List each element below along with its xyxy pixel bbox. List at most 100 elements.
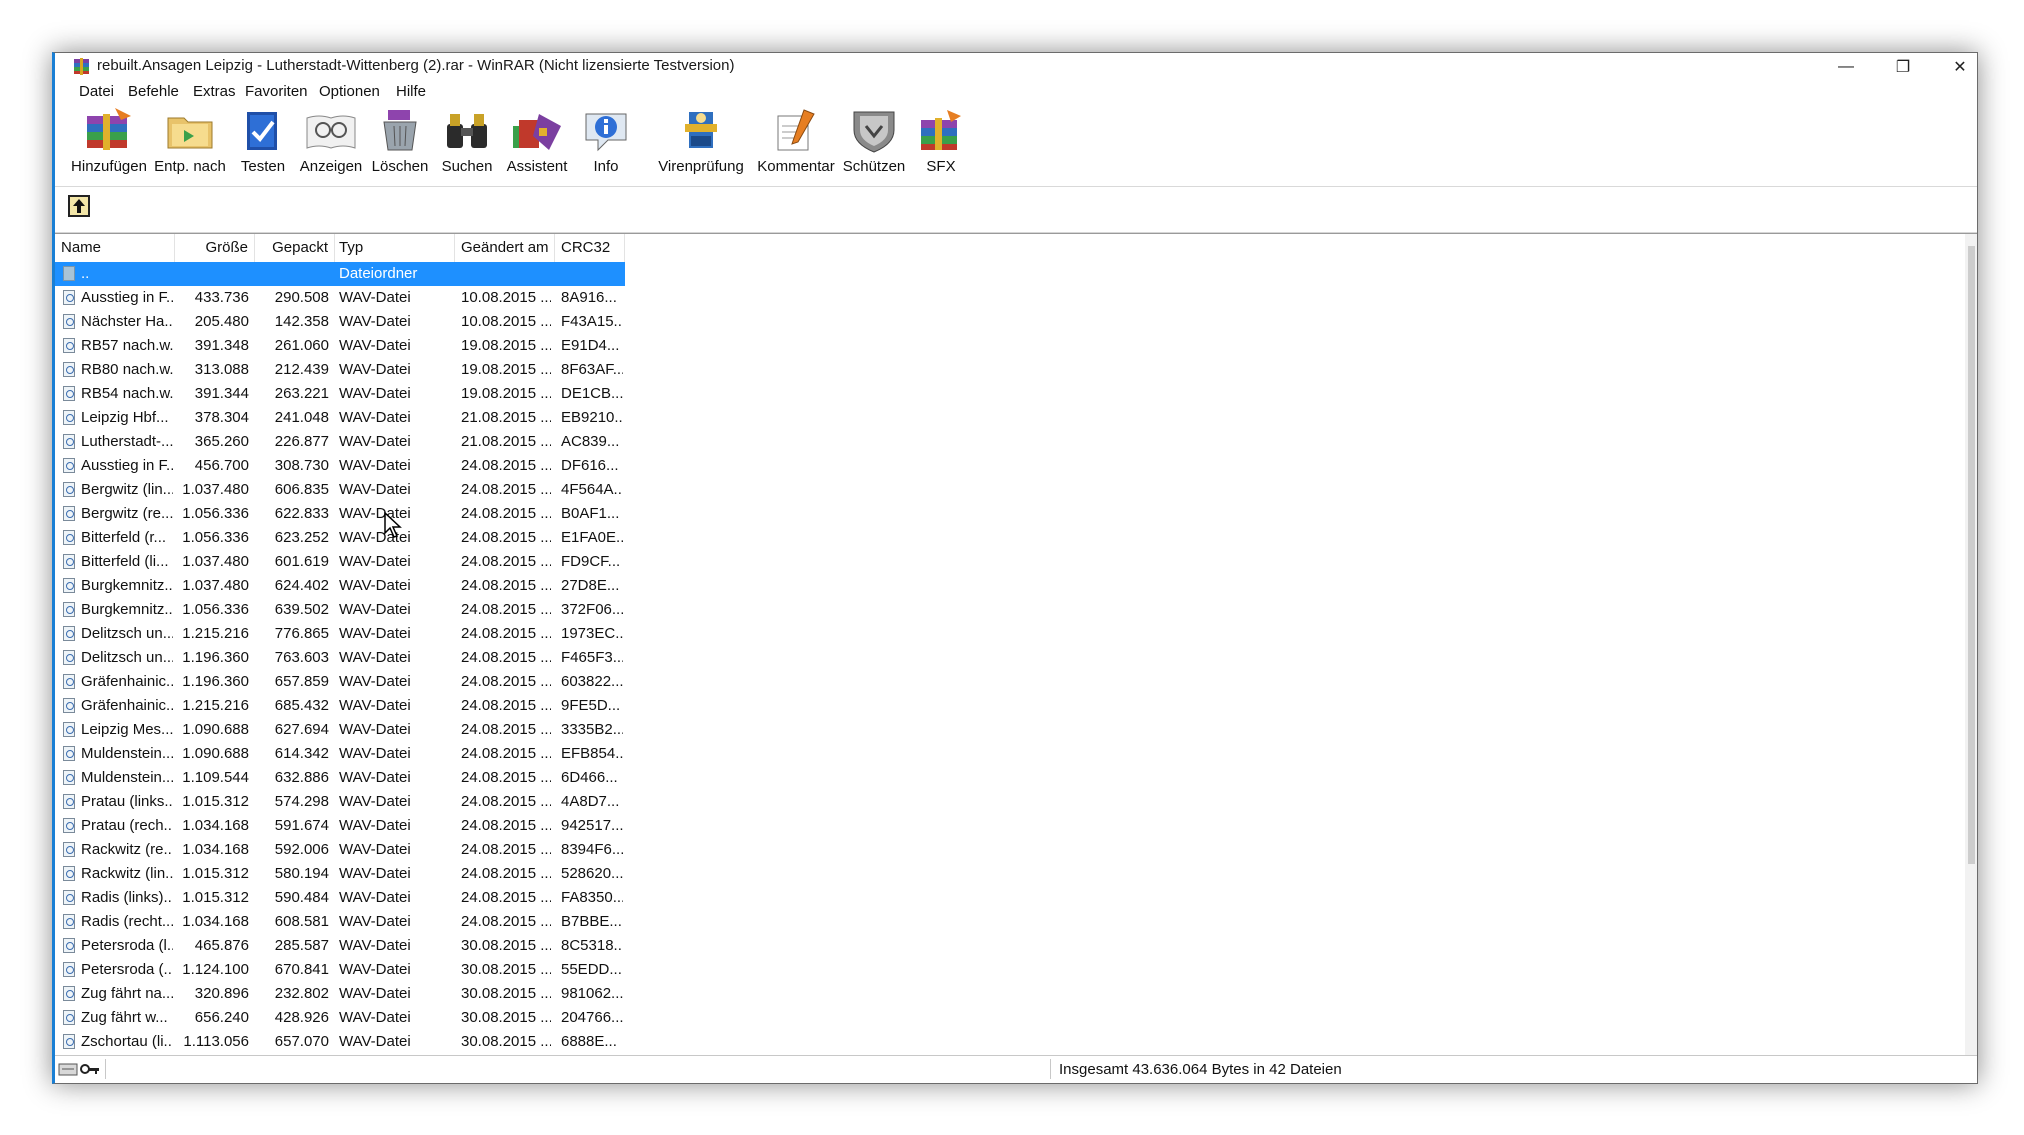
file-crc: F43A15... xyxy=(561,313,623,330)
file-type: WAV-Datei xyxy=(339,673,411,690)
view-icon xyxy=(306,115,356,149)
maximize-button[interactable]: ❐ xyxy=(1874,53,1932,80)
menu-extras[interactable]: Extras xyxy=(193,83,236,100)
file-row[interactable]: Bitterfeld (li... 1.037.480 601.619 WAV-Dat… xyxy=(55,550,625,574)
file-packed: 261.060 xyxy=(274,337,329,354)
column-header-type[interactable]: Typ xyxy=(335,234,455,262)
file-size: 456.700 xyxy=(194,457,249,474)
column-header-packed[interactable]: Gepackt xyxy=(255,234,335,262)
file-row[interactable]: RB54 nach.w... 391.344 263.221 WAV-Datei 19.… xyxy=(55,382,625,406)
file-modified: 24.08.2015 ... xyxy=(461,529,551,546)
find-button[interactable]: Suchen xyxy=(435,106,499,180)
file-row[interactable]: RB57 nach.w... 391.348 261.060 WAV-Datei 19.… xyxy=(55,334,625,358)
file-crc: 8F63AF... xyxy=(561,361,623,378)
file-crc: F465F3... xyxy=(561,649,623,666)
file-row[interactable]: Burgkemnitz... 1.037.480 624.402 WAV-Datei 2… xyxy=(55,574,625,598)
file-row[interactable]: Pratau (links... 1.015.312 574.298 WAV-Date… xyxy=(55,790,625,814)
file-row[interactable]: Rackwitz (re... 1.034.168 592.006 WAV-Datei… xyxy=(55,838,625,862)
file-size: 1.056.336 xyxy=(182,601,249,618)
file-row[interactable]: Zschortau (li... 1.113.056 657.070 WAV-Date… xyxy=(55,1030,625,1054)
wav-file-icon xyxy=(63,842,75,857)
file-size: 1.034.168 xyxy=(182,817,249,834)
test-button[interactable]: Testen xyxy=(233,106,293,180)
file-row[interactable]: Zug fährt na... 320.896 232.802 WAV-Datei 30… xyxy=(55,982,625,1006)
menu-befehle[interactable]: Befehle xyxy=(128,83,179,100)
file-size: 391.344 xyxy=(194,385,249,402)
file-row[interactable]: Radis (recht... 1.034.168 608.581 WAV-Datei… xyxy=(55,910,625,934)
file-modified: 24.08.2015 ... xyxy=(461,625,551,642)
comment-button[interactable]: Kommentar xyxy=(755,106,837,180)
file-name: Bergwitz (lin... xyxy=(81,481,173,498)
protect-button[interactable]: Schützen xyxy=(841,106,907,180)
file-packed: 591.674 xyxy=(274,817,329,834)
file-size: 1.056.336 xyxy=(182,529,249,546)
column-header-name[interactable]: Name xyxy=(55,234,175,262)
virus-scan-button[interactable]: Virenprüfung xyxy=(655,106,747,180)
wizard-button[interactable]: Assistent xyxy=(501,106,573,180)
file-size: 313.088 xyxy=(194,361,249,378)
file-row[interactable]: Muldenstein... 1.109.544 632.886 WAV-Datei 2… xyxy=(55,766,625,790)
file-name: Radis (recht... xyxy=(81,913,173,930)
column-header-modified[interactable]: Geändert am xyxy=(455,234,555,262)
scrollbar-thumb[interactable] xyxy=(1968,246,1975,864)
file-name: Petersroda (l... xyxy=(81,937,173,954)
file-row[interactable]: Zug fährt w... 656.240 428.926 WAV-Datei 30.… xyxy=(55,1006,625,1030)
vertical-scrollbar[interactable] xyxy=(1965,234,1977,1056)
column-header-size[interactable]: Größe xyxy=(175,234,255,262)
file-row[interactable]: Gräfenhainic... 1.215.216 685.432 WAV-Datei… xyxy=(55,694,625,718)
file-row[interactable]: Bergwitz (lin... 1.037.480 606.835 WAV-Date… xyxy=(55,478,625,502)
file-crc: 1973EC... xyxy=(561,625,623,642)
info-button[interactable]: Info xyxy=(575,106,637,180)
wav-file-icon xyxy=(63,290,75,305)
menu-optionen[interactable]: Optionen xyxy=(319,83,380,100)
delete-button[interactable]: Löschen xyxy=(367,106,433,180)
file-row[interactable]: Leipzig Hbf... 378.304 241.048 WAV-Datei 21.… xyxy=(55,406,625,430)
view-button[interactable]: Anzeigen xyxy=(297,106,365,180)
extract-to-button[interactable]: Entp. nach xyxy=(151,106,229,180)
file-row[interactable]: Petersroda (l... 465.876 285.587 WAV-Datei 3… xyxy=(55,934,625,958)
menu-datei[interactable]: Datei xyxy=(79,83,114,100)
view-label: Anzeigen xyxy=(299,158,363,175)
file-row[interactable]: Delitzsch un... 1.215.216 776.865 WAV-Datei… xyxy=(55,622,625,646)
minimize-button[interactable]: — xyxy=(1817,53,1875,80)
comment-icon xyxy=(777,109,815,151)
file-packed: 657.859 xyxy=(274,673,329,690)
file-row[interactable]: Rackwitz (lin... 1.015.312 580.194 WAV-Date… xyxy=(55,862,625,886)
wav-file-icon xyxy=(63,314,75,329)
up-folder-icon[interactable] xyxy=(68,195,90,217)
file-row[interactable]: Ausstieg in F... 433.736 290.508 WAV-Datei 1… xyxy=(55,286,625,310)
file-row[interactable]: Petersroda (... 1.124.100 670.841 WAV-Datei… xyxy=(55,958,625,982)
file-name: Rackwitz (lin... xyxy=(81,865,173,882)
file-size: 1.113.056 xyxy=(183,1033,249,1050)
sfx-button[interactable]: SFX xyxy=(911,106,971,180)
file-row[interactable]: Lutherstadt-... 365.260 226.877 WAV-Datei 21… xyxy=(55,430,625,454)
file-row[interactable]: Pratau (rech... 1.034.168 591.674 WAV-Datei… xyxy=(55,814,625,838)
file-row[interactable]: Delitzsch un... 1.196.360 763.603 WAV-Datei… xyxy=(55,646,625,670)
file-type: WAV-Datei xyxy=(339,961,411,978)
menu-favoriten[interactable]: Favoriten xyxy=(245,83,308,100)
file-row[interactable]: Ausstieg in F... 456.700 308.730 WAV-Datei 2… xyxy=(55,454,625,478)
file-row[interactable]: Gräfenhainic... 1.196.360 657.859 WAV-Datei… xyxy=(55,670,625,694)
file-row[interactable]: Bergwitz (re... 1.056.336 622.833 WAV-Datei… xyxy=(55,502,625,526)
file-row[interactable]: Leipzig Mes... 1.090.688 627.694 WAV-Datei 2… xyxy=(55,718,625,742)
menu-hilfe[interactable]: Hilfe xyxy=(396,83,426,100)
file-row[interactable]: Nächster Ha... 205.480 142.358 WAV-Datei 10.… xyxy=(55,310,625,334)
file-type: WAV-Datei xyxy=(339,721,411,738)
file-name: RB80 nach.w... xyxy=(81,361,173,378)
add-button[interactable]: Hinzufügen xyxy=(69,106,149,180)
file-type: WAV-Datei xyxy=(339,1033,411,1050)
file-packed: 226.877 xyxy=(274,433,329,450)
parent-folder-row[interactable]: .. Dateiordner xyxy=(55,262,625,286)
file-row[interactable]: Bitterfeld (r... 1.056.336 623.252 WAV-Date… xyxy=(55,526,625,550)
file-row[interactable]: Muldenstein... 1.090.688 614.342 WAV-Datei 2… xyxy=(55,742,625,766)
wav-file-icon xyxy=(63,386,75,401)
file-row[interactable]: Radis (links).... 1.015.312 590.484 WAV-Dat… xyxy=(55,886,625,910)
file-row[interactable]: Burgkemnitz... 1.056.336 639.502 WAV-Datei 2… xyxy=(55,598,625,622)
column-header-crc[interactable]: CRC32 xyxy=(555,234,625,262)
file-list[interactable]: Name Größe Gepackt Typ Geändert am CRC32… xyxy=(55,233,1977,1056)
file-modified: 24.08.2015 ... xyxy=(461,889,551,906)
title-bar[interactable]: rebuilt.Ansagen Leipzig - Lutherstadt-Wi… xyxy=(55,53,1977,80)
file-modified: 24.08.2015 ... xyxy=(461,721,551,738)
close-button[interactable]: ✕ xyxy=(1931,53,1977,80)
file-row[interactable]: RB80 nach.w... 313.088 212.439 WAV-Datei 19.… xyxy=(55,358,625,382)
